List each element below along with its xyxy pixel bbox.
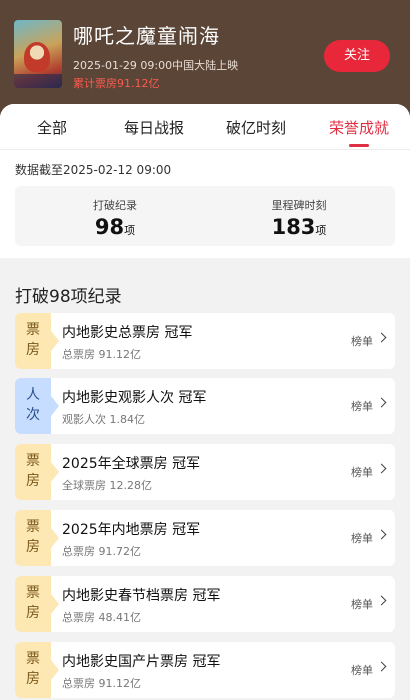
ranking-link[interactable]: 榜单 [351, 464, 373, 480]
record-title: 内地影史总票房 冠军 [62, 325, 193, 341]
chevron-right-icon [376, 595, 387, 606]
stats-summary: 数据截至2025-02-12 09:00 打破纪录 98项 里程碑时刻 183项 [0, 150, 410, 258]
chevron-right-icon [376, 661, 387, 672]
active-tab-indicator [349, 144, 369, 147]
record-title: 内地影史春节档票房 冠军 [62, 588, 221, 604]
record-title: 内地影史国产片票房 冠军 [62, 654, 221, 670]
records-section: 打破98项纪录 票 房 内地影史总票房 冠军 总票房 91.12亿 榜单 人 次… [0, 266, 410, 700]
record-value: 总票房 91.72亿 [62, 545, 141, 558]
ranking-link[interactable]: 榜单 [351, 662, 373, 678]
category-tag: 票 房 [15, 642, 59, 698]
record-title: 2025年内地票房 冠军 [62, 522, 201, 538]
record-card[interactable]: 票 房 内地影史总票房 冠军 总票房 91.12亿 榜单 [15, 313, 395, 369]
box-office-total: 累计票房91.12亿 [73, 77, 160, 90]
section-title: 打破98项纪录 [15, 287, 122, 307]
movie-title: 哪吒之魔童闹海 [73, 24, 220, 48]
chevron-right-icon [376, 529, 387, 540]
content-panel: 全部 每日战报 破亿时刻 荣誉成就 数据截至2025-02-12 09:00 打… [0, 104, 410, 700]
tab-daily-report[interactable]: 每日战报 [109, 117, 199, 138]
record-card[interactable]: 人 次 内地影史观影人次 冠军 观影人次 1.84亿 榜单 [15, 378, 395, 434]
chevron-right-icon [376, 397, 387, 408]
record-card[interactable]: 票 房 内地影史春节档票房 冠军 总票房 48.41亿 榜单 [15, 576, 395, 632]
tab-all[interactable]: 全部 [7, 117, 97, 138]
record-card[interactable]: 票 房 2025年全球票房 冠军 全球票房 12.28亿 榜单 [15, 444, 395, 500]
chevron-right-icon [376, 332, 387, 343]
ranking-link[interactable]: 榜单 [351, 530, 373, 546]
record-value: 总票房 91.12亿 [62, 677, 141, 690]
release-info: 2025-01-29 09:00中国大陆上映 [73, 59, 239, 72]
records-value: 98 [94, 215, 125, 239]
records-count: 98项 [55, 215, 175, 239]
category-tag: 票 房 [15, 576, 59, 632]
milestones-value: 183 [271, 215, 316, 239]
record-card[interactable]: 票 房 内地影史国产片票房 冠军 总票房 91.12亿 榜单 [15, 642, 395, 698]
milestones-label: 里程碑时刻 [271, 199, 327, 212]
ranking-link[interactable]: 榜单 [351, 398, 373, 414]
category-tag: 票 房 [15, 510, 59, 566]
record-value: 总票房 48.41亿 [62, 611, 141, 624]
records-unit: 项 [124, 224, 136, 237]
stats-card: 打破纪录 98项 里程碑时刻 183项 [15, 186, 395, 246]
record-value: 观影人次 1.84亿 [62, 413, 145, 426]
tab-honors[interactable]: 荣誉成就 [314, 117, 404, 138]
record-value: 总票房 91.12亿 [62, 348, 141, 361]
data-as-of: 数据截至2025-02-12 09:00 [15, 163, 172, 177]
record-title: 内地影史观影人次 冠军 [62, 390, 207, 406]
record-card[interactable]: 票 房 2025年内地票房 冠军 总票房 91.72亿 榜单 [15, 510, 395, 566]
category-tag: 票 房 [15, 313, 59, 369]
tab-bar: 全部 每日战报 破亿时刻 荣誉成就 [0, 104, 410, 150]
movie-poster[interactable] [14, 20, 62, 88]
milestones-count: 183项 [239, 215, 359, 239]
record-value: 全球票房 12.28亿 [62, 479, 152, 492]
tab-billion-moments[interactable]: 破亿时刻 [211, 117, 301, 138]
ranking-link[interactable]: 榜单 [351, 333, 373, 349]
chevron-right-icon [376, 463, 387, 474]
category-tag: 票 房 [15, 444, 59, 500]
follow-button[interactable]: 关注 [324, 40, 390, 72]
record-title: 2025年全球票房 冠军 [62, 456, 201, 472]
category-tag: 人 次 [15, 378, 59, 434]
ranking-link[interactable]: 榜单 [351, 596, 373, 612]
records-label: 打破纪录 [93, 199, 137, 212]
milestones-unit: 项 [315, 224, 327, 237]
